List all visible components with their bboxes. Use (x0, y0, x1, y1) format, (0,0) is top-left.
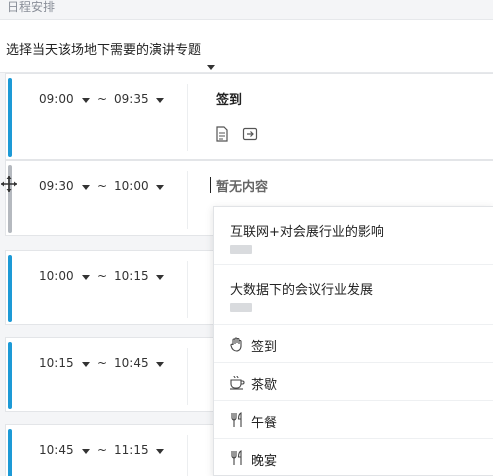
fork-knife-icon (229, 412, 245, 432)
coffee-cup-icon (229, 374, 245, 394)
card-divider (187, 171, 188, 229)
card-divider (187, 261, 188, 318)
caret-down-icon[interactable] (82, 275, 90, 280)
caret-down-icon[interactable] (207, 65, 215, 70)
schedule-header: 日程安排 (0, 0, 493, 20)
start-time-select[interactable]: 10:15 (39, 356, 74, 370)
document-icon[interactable] (215, 126, 229, 142)
session-status-bar (8, 255, 12, 322)
dropdown-type-item[interactable]: 茶歇 (214, 363, 493, 401)
time-separator: ~ (97, 356, 108, 370)
type-label[interactable]: 晚宴 (251, 450, 277, 469)
time-separator: ~ (97, 92, 108, 106)
type-label[interactable]: 午餐 (251, 412, 277, 431)
topic-name[interactable]: 互联网+对会展行业的影响 (230, 221, 384, 240)
dropdown-topic-item[interactable]: 大数据下的会议行业发展 (214, 265, 493, 325)
type-label[interactable]: 茶歇 (251, 374, 277, 393)
card-divider (187, 84, 188, 151)
topic-select[interactable]: 选择当天该场地下需要的演讲专题 (0, 20, 493, 73)
end-time-select[interactable]: 11:15 (114, 443, 149, 457)
topic-name[interactable]: 大数据下的会议行业发展 (230, 279, 373, 298)
session-status-bar (8, 429, 12, 476)
session-title[interactable]: 签到 (216, 89, 242, 108)
session-status-bar (8, 342, 12, 409)
end-time-select[interactable]: 10:45 (114, 356, 149, 370)
time-separator: ~ (97, 443, 108, 457)
start-time-select[interactable]: 09:30 (39, 179, 74, 193)
session-card: 09:00 ~ 09:35 签到 (5, 73, 493, 160)
caret-down-icon[interactable] (82, 185, 90, 190)
end-time-select[interactable]: 10:15 (114, 269, 149, 283)
session-title-input[interactable]: 暂无内容 (216, 176, 268, 195)
move-icon[interactable] (0, 175, 18, 197)
caret-down-icon[interactable] (82, 449, 90, 454)
session-actions (215, 126, 258, 142)
caret-down-icon[interactable] (82, 362, 90, 367)
session-status-bar (8, 78, 12, 157)
caret-down-icon[interactable] (82, 98, 90, 103)
time-separator: ~ (97, 269, 108, 283)
dropdown-type-item[interactable]: 午餐 (214, 401, 493, 439)
end-time-select[interactable]: 10:00 (114, 179, 149, 193)
start-time-select[interactable]: 10:00 (39, 269, 74, 283)
card-divider (187, 435, 188, 476)
card-divider (187, 348, 188, 405)
type-label[interactable]: 签到 (251, 336, 277, 355)
dropdown-type-item[interactable]: 签到 (214, 325, 493, 363)
hand-icon (229, 336, 245, 356)
dropdown-type-item[interactable]: 晚宴 (214, 439, 493, 476)
caret-down-icon[interactable] (156, 362, 164, 367)
caret-down-icon[interactable] (156, 449, 164, 454)
speaker-avatar-placeholder (230, 303, 252, 312)
caret-down-icon[interactable] (156, 185, 164, 190)
start-time-select[interactable]: 10:45 (39, 443, 74, 457)
export-icon[interactable] (242, 126, 258, 142)
speaker-avatar-placeholder (230, 245, 252, 254)
caret-down-icon[interactable] (156, 275, 164, 280)
text-cursor (210, 177, 211, 193)
time-separator: ~ (97, 179, 108, 193)
fork-knife-icon (229, 450, 245, 470)
start-time-select[interactable]: 09:00 (39, 92, 74, 106)
session-type-dropdown: 互联网+对会展行业的影响 大数据下的会议行业发展 签到 茶歇 午餐 晚宴 (213, 206, 493, 476)
topic-select-label[interactable]: 选择当天该场地下需要的演讲专题 (6, 39, 201, 58)
caret-down-icon[interactable] (156, 98, 164, 103)
end-time-select[interactable]: 09:35 (114, 92, 149, 106)
dropdown-topic-item[interactable]: 互联网+对会展行业的影响 (214, 207, 493, 265)
schedule-title: 日程安排 (7, 0, 56, 14)
